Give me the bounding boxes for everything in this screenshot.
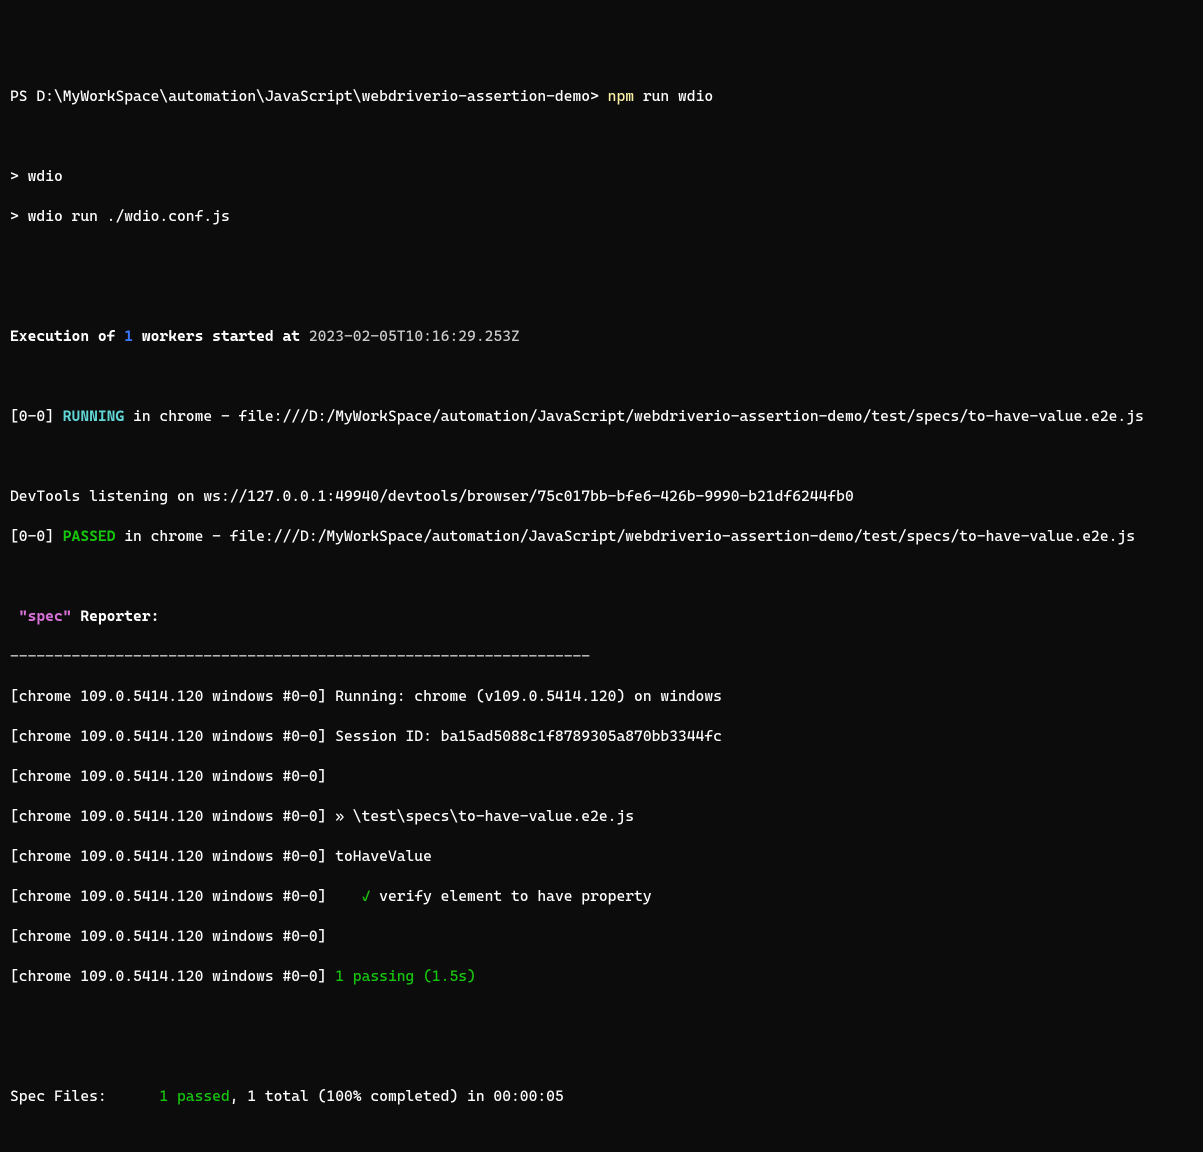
report-spec-file: » \test\specs\to-have-value.e2e.js bbox=[335, 807, 634, 825]
env-prefix: [chrome 109.0.5414.120 windows #0-0] bbox=[10, 847, 335, 865]
running-tail: in chrome - file:///D:/MyWorkSpace/autom… bbox=[124, 407, 1144, 425]
report-row: [chrome 109.0.5414.120 windows #0-0] ✓ v… bbox=[10, 886, 1193, 906]
script-echo-1: > wdio bbox=[10, 166, 1193, 186]
report-row: [chrome 109.0.5414.120 windows #0-0] » \… bbox=[10, 806, 1193, 826]
spec-files-passed: 1 passed bbox=[159, 1087, 229, 1105]
report-passing-summary: 1 passing (1.5s) bbox=[335, 967, 476, 985]
status-running: RUNNING bbox=[63, 407, 125, 425]
report-running-env: Running: chrome (v109.0.5414.120) on win… bbox=[335, 687, 722, 705]
exec-mid: workers started at bbox=[133, 327, 309, 345]
spec-quote: "spec" bbox=[10, 607, 80, 625]
execution-header: Execution of 1 workers started at 2023-0… bbox=[10, 326, 1193, 346]
env-prefix: [chrome 109.0.5414.120 windows #0-0] bbox=[10, 927, 335, 945]
worker-id: [0-0] bbox=[10, 407, 63, 425]
env-prefix: [chrome 109.0.5414.120 windows #0-0] bbox=[10, 807, 335, 825]
passed-line: [0-0] PASSED in chrome - file:///D:/MyWo… bbox=[10, 526, 1193, 546]
exec-prefix: Execution of bbox=[10, 327, 124, 345]
cmd-npm: npm bbox=[608, 87, 634, 105]
exec-timestamp: 2023-02-05T10:16:29.253Z bbox=[309, 327, 520, 345]
ps-prefix: PS bbox=[10, 87, 36, 105]
report-row: [chrome 109.0.5414.120 windows #0-0] toH… bbox=[10, 846, 1193, 866]
script-echo-2: > wdio run ./wdio.conf.js bbox=[10, 206, 1193, 226]
blank-line bbox=[10, 1126, 1193, 1146]
blank-line bbox=[10, 286, 1193, 306]
prompt-line-1[interactable]: PS D:\MyWorkSpace\automation\JavaScript\… bbox=[10, 86, 1193, 106]
cmd-args: run wdio bbox=[634, 87, 713, 105]
env-prefix: [chrome 109.0.5414.120 windows #0-0] bbox=[10, 767, 335, 785]
report-row: [chrome 109.0.5414.120 windows #0-0] bbox=[10, 766, 1193, 786]
report-session-id: Session ID: ba15ad5088c1f8789305a870bb33… bbox=[335, 727, 722, 745]
reporter-header: "spec" Reporter: bbox=[10, 606, 1193, 626]
divider-dashes: ----------------------------------------… bbox=[10, 646, 1193, 666]
blank-line bbox=[10, 366, 1193, 386]
env-prefix: [chrome 109.0.5414.120 windows #0-0] bbox=[10, 967, 335, 985]
passed-tail: in chrome - file:///D:/MyWorkSpace/autom… bbox=[115, 527, 1135, 545]
env-prefix: [chrome 109.0.5414.120 windows #0-0] bbox=[10, 727, 335, 745]
env-prefix: [chrome 109.0.5414.120 windows #0-0] bbox=[10, 687, 335, 705]
reporter-word: Reporter: bbox=[80, 607, 159, 625]
blank-line bbox=[10, 126, 1193, 146]
blank-line bbox=[10, 1006, 1193, 1026]
status-passed: PASSED bbox=[63, 527, 116, 545]
blank-line bbox=[10, 246, 1193, 266]
blank-line bbox=[10, 1046, 1193, 1066]
spec-files-rest: , 1 total (100% completed) in 00:00:05 bbox=[230, 1087, 564, 1105]
report-row: [chrome 109.0.5414.120 windows #0-0] Ses… bbox=[10, 726, 1193, 746]
spec-files-label: Spec Files: bbox=[10, 1087, 159, 1105]
report-row: [chrome 109.0.5414.120 windows #0-0] bbox=[10, 926, 1193, 946]
running-line: [0-0] RUNNING in chrome - file:///D:/MyW… bbox=[10, 406, 1193, 426]
exec-worker-count: 1 bbox=[124, 327, 133, 345]
report-suite-name: toHaveValue bbox=[335, 847, 432, 865]
prompt-suffix: > bbox=[590, 87, 608, 105]
report-row: [chrome 109.0.5414.120 windows #0-0] Run… bbox=[10, 686, 1193, 706]
report-test-name: verify element to have property bbox=[379, 887, 651, 905]
blank-line bbox=[10, 446, 1193, 466]
worker-id: [0-0] bbox=[10, 527, 63, 545]
env-prefix: [chrome 109.0.5414.120 windows #0-0] bbox=[10, 887, 335, 905]
devtools-line: DevTools listening on ws://127.0.0.1:499… bbox=[10, 486, 1193, 506]
report-row: [chrome 109.0.5414.120 windows #0-0] 1 p… bbox=[10, 966, 1193, 986]
cwd-path: D:\MyWorkSpace\automation\JavaScript\web… bbox=[36, 87, 590, 105]
check-icon: ✓ bbox=[335, 887, 379, 905]
spec-files-summary: Spec Files: 1 passed, 1 total (100% comp… bbox=[10, 1086, 1193, 1106]
blank-line bbox=[10, 566, 1193, 586]
